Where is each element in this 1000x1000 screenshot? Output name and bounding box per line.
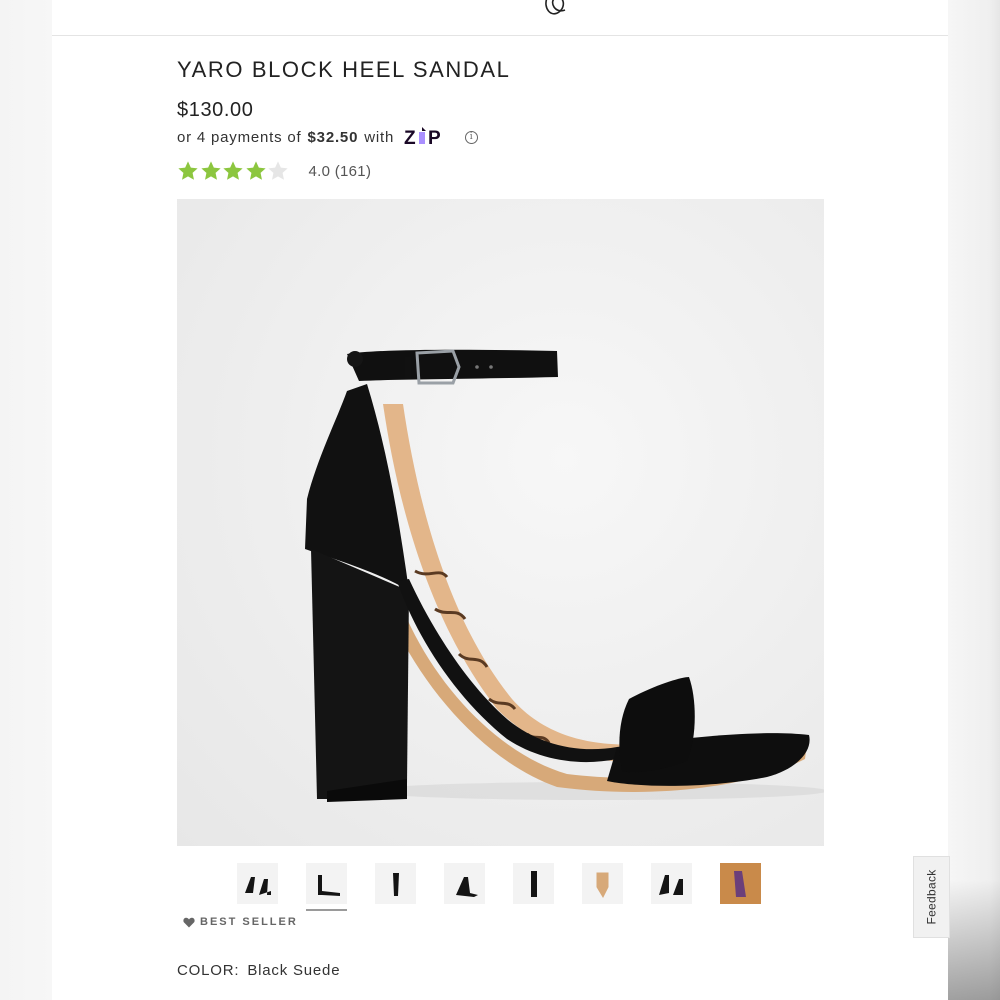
brand-logo-icon[interactable] [541,0,575,20]
site-header [52,0,948,36]
feedback-label: Feedback [924,869,939,925]
thumbnail-strip [237,863,789,911]
info-icon[interactable]: i [465,130,479,144]
right-backdrop [948,0,1000,1000]
thumb-on-model[interactable] [720,863,761,904]
left-backdrop [0,0,52,1000]
star-icon [268,161,288,180]
thumb-sole-view[interactable] [582,863,623,904]
thumb-inner-side[interactable] [444,863,485,904]
product-price: $130.00 [177,99,254,121]
best-seller-label: BEST SELLER [200,916,298,928]
star-icon [245,161,266,180]
star-icon [200,161,221,180]
installment-prefix: or 4 payments of [177,128,302,146]
installment-suffix: with [364,128,395,146]
installment-amount: $32.50 [307,128,359,146]
star-icon [223,161,243,180]
thumb-front-view[interactable] [375,863,416,904]
product-title: YARO BLOCK HEEL SANDAL [177,57,511,82]
rating-text[interactable]: 4.0 (161) [309,163,372,180]
product-rating[interactable]: 4.0 (161) [177,160,371,182]
color-selector-row: COLOR: Black Suede [177,962,340,979]
hero-product-image[interactable] [177,199,824,846]
rating-stars [177,160,290,182]
feedback-tab[interactable]: Feedback [913,856,950,938]
product-page: YARO BLOCK HEEL SANDAL $130.00 or 4 paym… [52,0,950,1000]
star-icon [178,161,198,180]
black-block-heel-sandal-photo [305,349,824,802]
heart-icon[interactable] [183,917,195,928]
svg-text:P: P [428,128,441,147]
color-label: COLOR: [177,962,240,979]
thumb-pair-angle[interactable] [237,863,278,904]
best-seller-badge: BEST SELLER [183,916,298,928]
thumb-back-view[interactable] [513,863,554,904]
thumb-pair-alt[interactable] [651,863,692,904]
svg-text:Z: Z [404,128,417,147]
zip-logo-icon[interactable]: Z P [404,127,458,147]
installment-info: or 4 payments of $32.50 with Z P i [177,127,479,147]
thumb-side-view[interactable] [306,863,347,911]
color-value: Black Suede [247,962,341,979]
